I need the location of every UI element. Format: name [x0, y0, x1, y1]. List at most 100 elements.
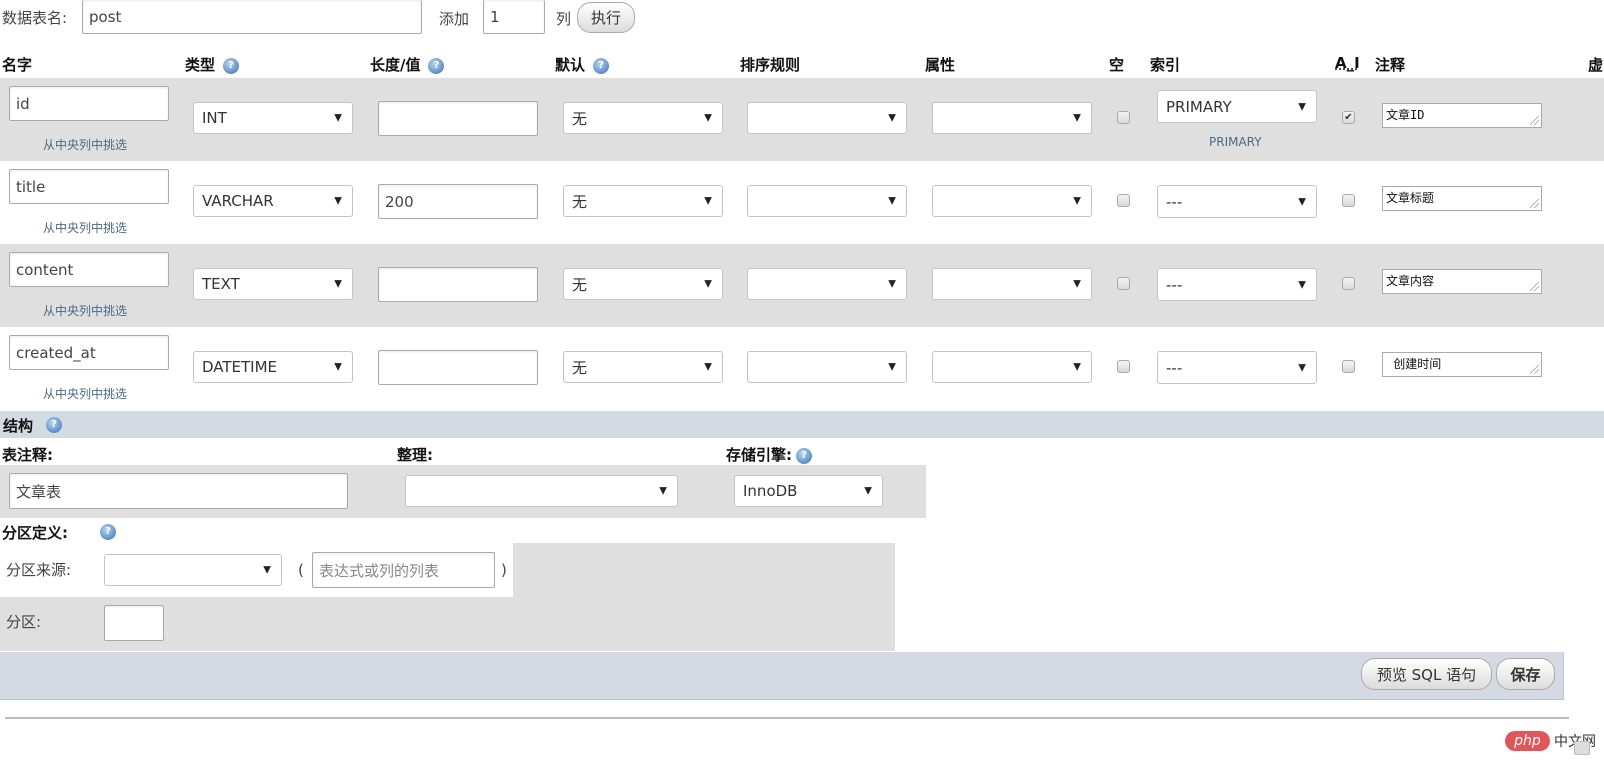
preview-sql-button[interactable]: 预览 SQL 语句 [1361, 658, 1492, 690]
index-name-link[interactable]: PRIMARY [1209, 135, 1262, 149]
column-default-select[interactable]: 无 ▼ [563, 268, 723, 300]
column-auto-increment-checkbox[interactable] [1342, 277, 1355, 290]
column-default-select[interactable]: 无 ▼ [563, 185, 723, 217]
help-icon[interactable]: ? [46, 417, 62, 433]
partition-by-select[interactable]: ▼ [104, 554, 282, 586]
help-icon[interactable]: ? [428, 57, 445, 74]
column-null-checkbox[interactable] [1117, 194, 1130, 207]
chevron-down-icon: ▼ [334, 361, 342, 373]
chevron-down-icon: ▼ [888, 278, 896, 290]
add-columns-count-value: 1 [490, 7, 500, 26]
table-name-value: post [89, 7, 122, 26]
column-length-input[interactable] [378, 101, 538, 136]
table-name-input[interactable]: post [82, 0, 422, 34]
structure-fields-row: 文章表 ▼ InnoDB ▼ [0, 465, 926, 518]
column-type-select[interactable]: INT ▼ [193, 102, 353, 134]
column-null-checkbox[interactable] [1117, 277, 1130, 290]
column-name-input[interactable]: content [9, 252, 169, 287]
column-type-select[interactable]: TEXT ▼ [193, 268, 353, 300]
chevron-down-icon: ▼ [1073, 195, 1081, 207]
save-button[interactable]: 保存 [1496, 658, 1555, 690]
scroll-to-top-icon[interactable] [1574, 741, 1590, 755]
column-collation-select[interactable]: ▼ [747, 185, 907, 217]
chevron-down-icon: ▼ [888, 112, 896, 124]
column-index-value: --- [1166, 275, 1183, 294]
chevron-down-icon: ▼ [1073, 278, 1081, 290]
pick-from-central-link[interactable]: 从中央列中挑选 [43, 219, 127, 236]
column-collation-select[interactable]: ▼ [747, 268, 907, 300]
column-comment-textarea[interactable]: 文章内容 [1382, 269, 1542, 294]
column-attributes-select[interactable]: ▼ [932, 268, 1092, 300]
partition-expression-input[interactable]: 表达式或列的列表 [312, 552, 495, 588]
header-type-label: 类型 [185, 56, 216, 74]
pick-from-central-link[interactable]: 从中央列中挑选 [43, 136, 127, 153]
column-auto-increment-checkbox[interactable] [1342, 360, 1355, 373]
column-name-input[interactable]: title [9, 169, 169, 204]
table-comment-value: 文章表 [16, 482, 62, 501]
table-collation-select[interactable]: ▼ [405, 475, 678, 507]
column-name-input[interactable]: id [9, 86, 169, 121]
partitions-label: 分区: [6, 613, 42, 631]
column-comment-value: 文章标题 [1386, 191, 1435, 205]
storage-engine-select[interactable]: InnoDB ▼ [734, 475, 883, 507]
column-auto-increment-checkbox[interactable]: ✔ [1342, 111, 1355, 124]
resize-grip-icon[interactable] [1530, 282, 1539, 291]
column-attributes-select[interactable]: ▼ [932, 102, 1092, 134]
table-comment-input[interactable]: 文章表 [9, 473, 348, 509]
column-length-input[interactable]: 200 [378, 184, 538, 219]
resize-grip-icon[interactable] [1530, 116, 1539, 125]
header-name: 名字 [2, 56, 33, 74]
column-default-select[interactable]: 无 ▼ [563, 351, 723, 383]
chevron-down-icon: ▼ [1073, 361, 1081, 373]
column-attributes-select[interactable]: ▼ [932, 351, 1092, 383]
column-index-select[interactable]: --- ▼ [1157, 185, 1317, 218]
chevron-down-icon: ▼ [704, 361, 712, 373]
header-collation: 排序规则 [740, 56, 801, 74]
help-icon[interactable]: ? [796, 447, 812, 464]
column-collation-select[interactable]: ▼ [747, 102, 907, 134]
column-comment-textarea[interactable]: 文章ID [1382, 103, 1542, 128]
column-length-input[interactable] [378, 350, 538, 385]
close-paren: ) [501, 561, 507, 579]
partition-title: 分区定义: [2, 524, 68, 542]
column-collation-select[interactable]: ▼ [747, 351, 907, 383]
storage-engine-label-text: 存储引擎: [726, 446, 792, 464]
resize-grip-icon[interactable] [1530, 365, 1539, 374]
partition-by-label: 分区来源: [6, 561, 72, 579]
column-index-select[interactable]: --- ▼ [1157, 351, 1317, 384]
pick-from-central-link[interactable]: 从中央列中挑选 [43, 385, 127, 402]
chevron-down-icon: ▼ [334, 195, 342, 207]
partitions-count-input[interactable] [104, 605, 164, 641]
column-type-select[interactable]: DATETIME ▼ [193, 351, 353, 383]
help-icon[interactable]: ? [100, 524, 116, 540]
execute-button[interactable]: 执行 [577, 2, 635, 33]
column-length-input[interactable] [378, 267, 538, 302]
column-default-select[interactable]: 无 ▼ [563, 102, 723, 134]
column-default-value: 无 [572, 275, 588, 294]
column-auto-increment-checkbox[interactable] [1342, 194, 1355, 207]
chevron-down-icon: ▼ [1298, 101, 1306, 112]
column-type-select[interactable]: VARCHAR ▼ [193, 185, 353, 217]
pick-from-central-link[interactable]: 从中央列中挑选 [43, 302, 127, 319]
form-footer: 预览 SQL 语句 保存 [0, 652, 1564, 700]
add-columns-count-input[interactable]: 1 [483, 0, 545, 34]
help-icon[interactable]: ? [223, 57, 240, 74]
column-comment-textarea[interactable]: 创建时间 [1382, 352, 1542, 377]
header-attributes: 属性 [925, 56, 956, 74]
header-extra: 虚 [1588, 56, 1604, 74]
column-type-value: VARCHAR [202, 192, 274, 210]
column-name-input[interactable]: created_at [9, 335, 169, 370]
add-label: 添加 [439, 10, 470, 28]
column-null-checkbox[interactable] [1117, 111, 1130, 124]
column-index-select[interactable]: --- ▼ [1157, 268, 1317, 301]
resize-grip-icon[interactable] [1530, 199, 1539, 208]
help-icon[interactable]: ? [593, 57, 610, 74]
partition-expression-placeholder: 表达式或列的列表 [319, 561, 440, 580]
column-index-select[interactable]: PRIMARY ▼ [1157, 90, 1317, 123]
chevron-down-icon: ▼ [659, 485, 667, 497]
structure-section-header: 结构 ? [0, 411, 1604, 438]
column-null-checkbox[interactable] [1117, 360, 1130, 373]
column-comment-textarea[interactable]: 文章标题 [1382, 186, 1542, 211]
column-comment-value: 文章内容 [1386, 274, 1435, 288]
column-attributes-select[interactable]: ▼ [932, 185, 1092, 217]
